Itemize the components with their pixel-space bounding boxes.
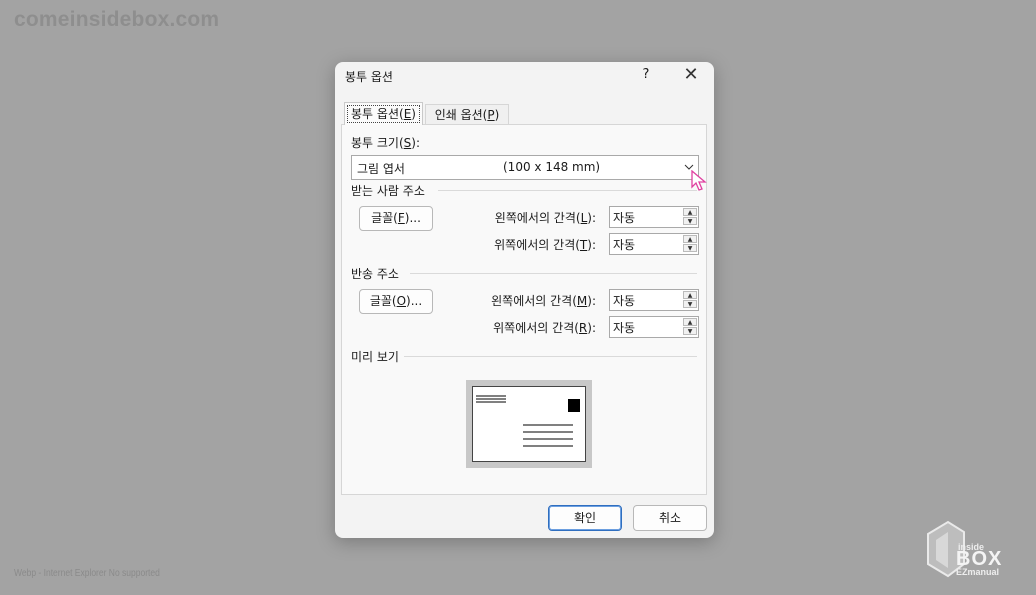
- return-group-divider: [410, 273, 697, 274]
- tab-print-options[interactable]: 인쇄 옵션(P): [425, 104, 509, 125]
- delivery-address-group-label: 받는 사람 주소: [351, 184, 425, 198]
- cancel-button[interactable]: 취소: [633, 505, 707, 531]
- spin-up-icon[interactable]: ▲: [683, 291, 697, 299]
- return-left-label: 왼쪽에서의 간격(M):: [491, 294, 596, 308]
- logo-line3: EZmanual: [956, 567, 1000, 577]
- preview-label: 미리 보기: [351, 350, 399, 364]
- delivery-left-spinner[interactable]: 자동 ▲ ▼: [609, 206, 699, 228]
- envelope-preview[interactable]: [466, 380, 592, 468]
- close-icon: ✕: [683, 64, 699, 85]
- envelope-size-name: 그림 엽서: [357, 162, 405, 176]
- inside-box-logo: inside BOX EZmanual: [926, 520, 1022, 580]
- envelope-options-dialog: 봉투 옵션 ? ✕ 봉투 옵션(E) 인쇄 옵션(P) 봉투 크기(S): 그림…: [335, 62, 714, 538]
- return-top-label: 위쪽에서의 간격(R):: [493, 321, 596, 335]
- delivery-top-label: 위쪽에서의 간격(T):: [494, 238, 596, 252]
- watermark-top: comeinsidebox.com: [14, 8, 220, 31]
- delivery-top-spinner[interactable]: 자동 ▲ ▼: [609, 233, 699, 255]
- envelope-preview-graphic: [476, 395, 580, 447]
- spin-down-icon[interactable]: ▼: [683, 217, 697, 225]
- dialog-title: 봉투 옵션: [345, 70, 393, 84]
- spin-down-icon[interactable]: ▼: [683, 244, 697, 252]
- spin-up-icon[interactable]: ▲: [683, 235, 697, 243]
- tab-print-options-label: 인쇄 옵션(P): [434, 108, 500, 122]
- tab-envelope-options-label: 봉투 옵션(E): [347, 105, 420, 123]
- preview-divider: [404, 356, 697, 357]
- spin-down-icon[interactable]: ▼: [683, 327, 697, 335]
- return-left-value: 자동: [613, 294, 636, 308]
- spin-up-icon[interactable]: ▲: [683, 208, 697, 216]
- delivery-top-value: 자동: [613, 238, 636, 252]
- delivery-left-value: 자동: [613, 211, 636, 225]
- envelope-size-select[interactable]: 그림 엽서 (100 x 148 mm): [351, 155, 699, 180]
- return-top-value: 자동: [613, 321, 636, 335]
- delivery-group-divider: [438, 190, 697, 191]
- return-font-button[interactable]: 글꼴(O)...: [359, 289, 433, 314]
- return-address-group-label: 반송 주소: [351, 267, 399, 281]
- delivery-left-label: 왼쪽에서의 간격(L):: [494, 211, 596, 225]
- return-top-spinner[interactable]: 자동 ▲ ▼: [609, 316, 699, 338]
- close-button[interactable]: ✕: [679, 64, 703, 86]
- help-button[interactable]: ?: [635, 64, 657, 86]
- delivery-font-button[interactable]: 글꼴(F)...: [359, 206, 433, 231]
- envelope-preview-card: [472, 386, 586, 462]
- spin-up-icon[interactable]: ▲: [683, 318, 697, 326]
- return-left-spinner[interactable]: 자동 ▲ ▼: [609, 289, 699, 311]
- watermark-bottom: Webp - Internet Explorer No supported: [14, 568, 160, 579]
- ok-button[interactable]: 확인: [548, 505, 622, 531]
- tab-envelope-options[interactable]: 봉투 옵션(E): [344, 102, 423, 125]
- tab-panel: 봉투 크기(S): 그림 엽서 (100 x 148 mm) 받는 사람 주소 …: [341, 124, 707, 495]
- envelope-size-label: 봉투 크기(S):: [351, 136, 421, 150]
- spin-down-icon[interactable]: ▼: [683, 300, 697, 308]
- envelope-size-dimensions: (100 x 148 mm): [503, 160, 601, 174]
